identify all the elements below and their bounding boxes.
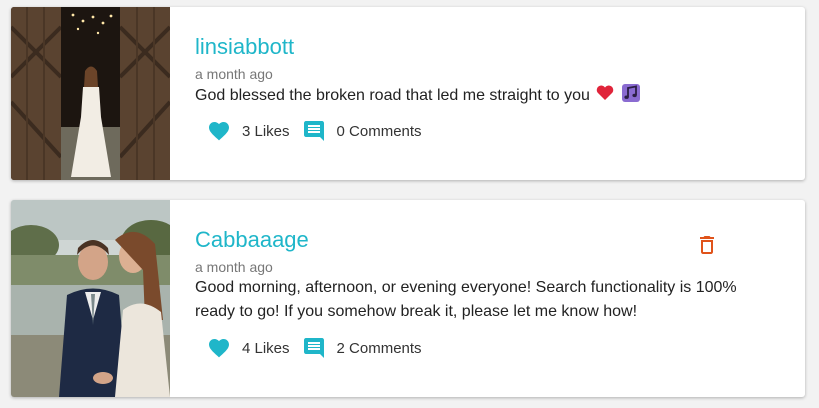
post-username[interactable]: Cabbaaage xyxy=(195,227,309,253)
post-timestamp: a month ago xyxy=(195,259,273,275)
heart-icon xyxy=(207,336,231,360)
like-button[interactable]: 3 Likes xyxy=(207,119,290,143)
post-message: Good morning, afternoon, or evening ever… xyxy=(195,276,770,324)
post-actions: 3 Likes 0 Comments xyxy=(207,118,422,144)
post-timestamp: a month ago xyxy=(195,66,273,82)
post-feed: linsiabbott a month ago God blessed the … xyxy=(0,0,819,408)
comments-count: 2 Comments xyxy=(336,339,422,357)
post-image[interactable] xyxy=(11,7,170,180)
delete-post-button[interactable] xyxy=(695,233,719,257)
post-message: God blessed the broken road that led me … xyxy=(195,83,770,108)
red-heart-emoji-icon xyxy=(595,83,615,103)
trash-icon xyxy=(700,236,714,254)
heart-icon xyxy=(207,119,231,143)
post-image[interactable] xyxy=(11,200,170,397)
post-message-text: Good morning, afternoon, or evening ever… xyxy=(195,279,737,320)
post-card: linsiabbott a month ago God blessed the … xyxy=(11,7,805,180)
post-username[interactable]: linsiabbott xyxy=(195,34,294,60)
comments-button[interactable]: 0 Comments xyxy=(302,119,422,143)
like-button[interactable]: 4 Likes xyxy=(207,336,290,360)
comment-icon xyxy=(302,336,326,360)
post-actions: 4 Likes 2 Comments xyxy=(207,335,422,361)
post-card: Cabbaaage a month ago Good morning, afte… xyxy=(11,200,805,397)
likes-count: 3 Likes xyxy=(242,122,290,140)
musical-notes-emoji-icon xyxy=(621,83,641,103)
post-message-text: God blessed the broken road that led me … xyxy=(195,87,590,104)
likes-count: 4 Likes xyxy=(242,339,290,357)
comments-button[interactable]: 2 Comments xyxy=(302,336,422,360)
comments-count: 0 Comments xyxy=(336,122,422,140)
comment-icon xyxy=(302,119,326,143)
